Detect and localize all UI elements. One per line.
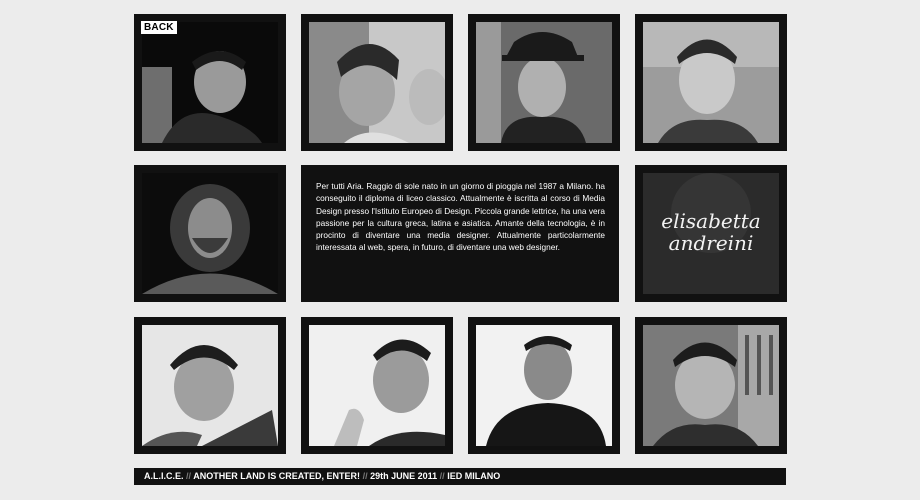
footer-bar: A.L.I.C.E. // ANOTHER LAND IS CREATED, E… (134, 468, 786, 485)
profile-photo (643, 22, 779, 143)
name-first: elisabetta (661, 209, 761, 233)
footer-tagline: ANOTHER LAND IS CREATED, ENTER! (193, 471, 361, 481)
profile-photo (142, 22, 278, 143)
profile-photo (476, 325, 612, 446)
name-tile: elisabetta andreini (635, 165, 787, 302)
footer-separator: // (362, 471, 368, 481)
footer-separator: // (439, 471, 445, 481)
profile-tile-1[interactable]: BACK (134, 14, 286, 151)
profile-tile-4[interactable] (635, 14, 787, 151)
footer-school: IED MILANO (447, 471, 501, 481)
profile-photo (309, 325, 445, 446)
profile-tile-3[interactable] (468, 14, 620, 151)
profile-photo (309, 22, 445, 143)
back-button[interactable]: BACK (141, 21, 177, 34)
profile-tile-7[interactable] (301, 317, 453, 454)
profile-tile-2[interactable] (301, 14, 453, 151)
footer-separator: // (186, 471, 192, 481)
profile-tile-8[interactable] (468, 317, 620, 454)
profile-photo (142, 325, 278, 446)
footer-brand: A.L.I.C.E. (144, 471, 184, 481)
profile-photo (643, 325, 779, 446)
profile-photo (476, 22, 612, 143)
profile-photo (142, 173, 278, 294)
profile-tile-6[interactable] (134, 317, 286, 454)
footer-date: 29th JUNE 2011 (370, 471, 438, 481)
profile-tile-9[interactable] (635, 317, 787, 454)
profile-tile-5[interactable] (134, 165, 286, 302)
bio-text: Per tutti Aria. Raggio di sole nato in u… (316, 181, 605, 253)
name-card: elisabetta andreini (643, 173, 779, 294)
name-last: andreini (668, 231, 754, 255)
bio-panel: Per tutti Aria. Raggio di sole nato in u… (301, 165, 619, 302)
